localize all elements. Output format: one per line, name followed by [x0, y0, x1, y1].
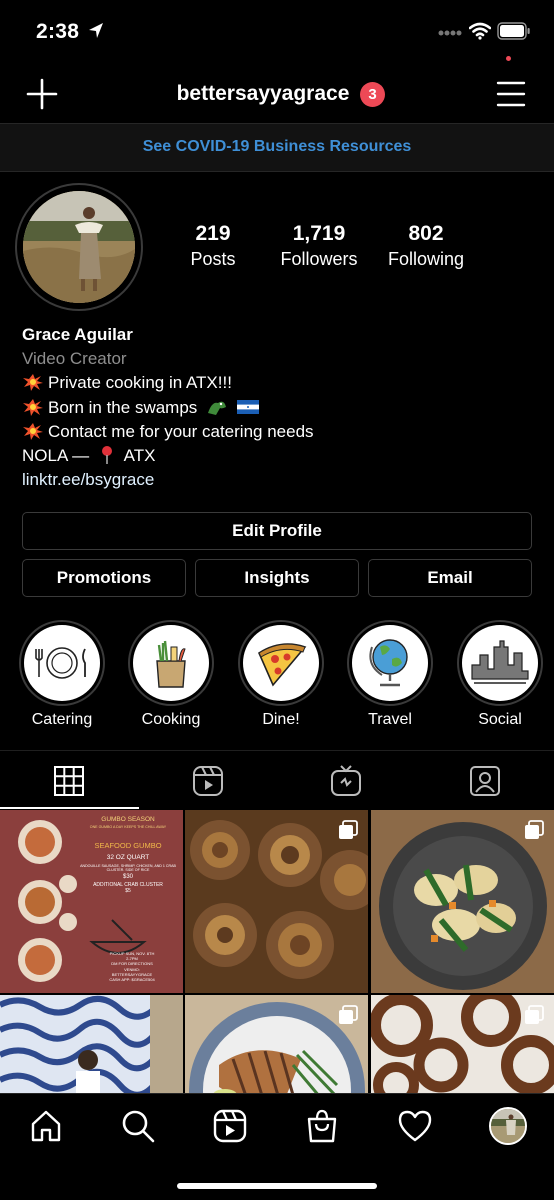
following-count: 802	[408, 222, 444, 245]
plate-cutlery-icon	[35, 647, 86, 679]
display-name: Grace Aguilar	[22, 325, 133, 344]
account-notification-badge[interactable]: 3	[360, 82, 385, 107]
portrait-photo	[0, 995, 183, 1093]
hamburger-menu-icon[interactable]	[496, 80, 526, 108]
wifi-icon	[469, 22, 491, 40]
crocodile-emoji-icon	[208, 401, 227, 415]
activity-dot	[506, 56, 511, 61]
flyer-ingredients: ANDOUILLE SAUSAGE, SHRIMP, CHICKEN, AND …	[80, 864, 176, 872]
bio-line-1-text: Private cooking in ATX!!!	[48, 373, 232, 393]
multiple-photos-icon	[339, 1005, 358, 1024]
reels-icon	[192, 766, 223, 796]
multiple-photos-icon	[339, 820, 358, 839]
signal-dots-icon	[438, 30, 462, 36]
highlight-dine[interactable]: Dine!	[236, 620, 326, 729]
profile-content-tabs	[0, 750, 554, 809]
activity-heart-icon[interactable]	[397, 1108, 433, 1144]
flyer-cashapp: CASH APP: $GRACE504	[109, 977, 155, 983]
followers-label: Followers	[280, 249, 358, 269]
followers-stat[interactable]: 1,719 Followers	[259, 222, 379, 270]
pin-emoji-icon	[101, 446, 112, 465]
flyer-subheading: ONE GUMBO A DAY KEEPS THE CHILL AWAY	[89, 825, 167, 829]
post-pretzels[interactable]	[371, 995, 554, 1093]
followers-count: 1,719	[292, 222, 346, 245]
post-cinnamon-rolls[interactable]	[185, 810, 368, 993]
highlight-social[interactable]: Social	[455, 620, 545, 729]
tab-tagged[interactable]	[416, 751, 554, 809]
post-ravioli-plate[interactable]	[371, 810, 554, 993]
profile-username[interactable]: bettersayyagrace	[0, 82, 554, 106]
posts-count: 219	[195, 222, 231, 245]
profile-avatar[interactable]	[489, 1107, 527, 1145]
location-suffix: ATX	[123, 446, 156, 466]
highlight-label: Catering	[31, 711, 93, 728]
bio-line-3-text: Contact me for your catering needs	[48, 421, 314, 441]
collision-emoji-icon	[23, 374, 43, 392]
honduras-flag-icon	[236, 399, 259, 414]
search-icon[interactable]	[120, 1108, 156, 1144]
email-button[interactable]: Email	[368, 559, 532, 597]
promotions-button[interactable]: Promotions	[22, 559, 186, 597]
reels-icon[interactable]	[212, 1108, 248, 1144]
multiple-photos-icon	[525, 1005, 544, 1024]
highlight-label: Cooking	[141, 711, 201, 728]
home-icon[interactable]	[28, 1108, 64, 1144]
bio-line-2: Born in the swamps	[22, 396, 542, 420]
location-arrow-icon	[89, 23, 103, 38]
status-time: 2:38	[36, 20, 80, 43]
battery-icon	[497, 22, 530, 40]
insights-button[interactable]: Insights	[195, 559, 359, 597]
city-skyline-icon	[471, 640, 529, 684]
following-label: Following	[387, 249, 465, 269]
bio-line-3: Contact me for your catering needs	[22, 420, 542, 444]
edit-profile-button[interactable]: Edit Profile	[22, 512, 532, 550]
flyer-price: $30	[122, 874, 133, 880]
flyer-extra-price: $5	[125, 888, 131, 894]
status-bar: 2:38	[0, 0, 554, 66]
following-stat[interactable]: 802 Following	[366, 222, 486, 270]
bio-link[interactable]: linktr.ee/bsygrace	[22, 468, 542, 492]
highlight-travel[interactable]: Travel	[345, 620, 435, 729]
profile-bio: Grace Aguilar Video Creator Private cook…	[22, 323, 542, 492]
pizza-slice-icon	[257, 643, 307, 687]
highlight-label: Social	[478, 711, 522, 728]
bio-line-1: Private cooking in ATX!!!	[22, 371, 542, 395]
post-gumbo-flyer[interactable]: GUMBO SEASON ONE GUMBO A DAY KEEPS THE C…	[0, 810, 183, 993]
grocery-bag-icon	[156, 640, 186, 688]
posts-label: Posts	[190, 249, 236, 269]
posts-stat[interactable]: 219 Posts	[153, 222, 273, 270]
highlight-cooking[interactable]: Cooking	[126, 620, 216, 729]
tab-posts-grid[interactable]	[0, 751, 139, 809]
profile-header: bettersayyagrace 3	[0, 66, 554, 124]
post-portrait-wall[interactable]	[0, 995, 183, 1093]
home-indicator	[177, 1183, 377, 1189]
multiple-photos-icon	[525, 820, 544, 839]
grid-icon	[54, 766, 84, 796]
globe-icon	[369, 639, 408, 687]
collision-emoji-icon	[23, 398, 43, 416]
tab-igtv[interactable]	[277, 751, 416, 809]
post-grilled-fish[interactable]	[185, 995, 368, 1093]
covid-resources-link[interactable]: See COVID-19 Business Resources	[143, 138, 412, 155]
posts-grid: GUMBO SEASON ONE GUMBO A DAY KEEPS THE C…	[0, 810, 554, 1093]
shop-icon[interactable]	[304, 1108, 340, 1144]
flyer-dish: SEAFOOD GUMBO	[94, 841, 162, 850]
category-label: Video Creator	[22, 349, 127, 369]
tab-reels[interactable]	[139, 751, 278, 809]
highlight-label: Travel	[368, 711, 412, 728]
flyer-size: 32 OZ QUART	[106, 854, 150, 861]
collision-emoji-icon	[23, 422, 43, 440]
flyer-heading: GUMBO SEASON	[101, 816, 155, 823]
profile-avatar[interactable]	[23, 191, 135, 303]
tagged-icon	[469, 766, 500, 796]
igtv-icon	[331, 765, 361, 796]
highlight-label: Dine!	[262, 711, 300, 728]
bio-line-2-text: Born in the swamps	[48, 397, 198, 417]
highlight-catering[interactable]: Catering	[17, 620, 107, 729]
location-prefix: NOLA —	[22, 446, 90, 466]
covid-resources-banner[interactable]: See COVID-19 Business Resources	[0, 124, 554, 172]
bio-location: NOLA — ATX	[22, 444, 542, 468]
